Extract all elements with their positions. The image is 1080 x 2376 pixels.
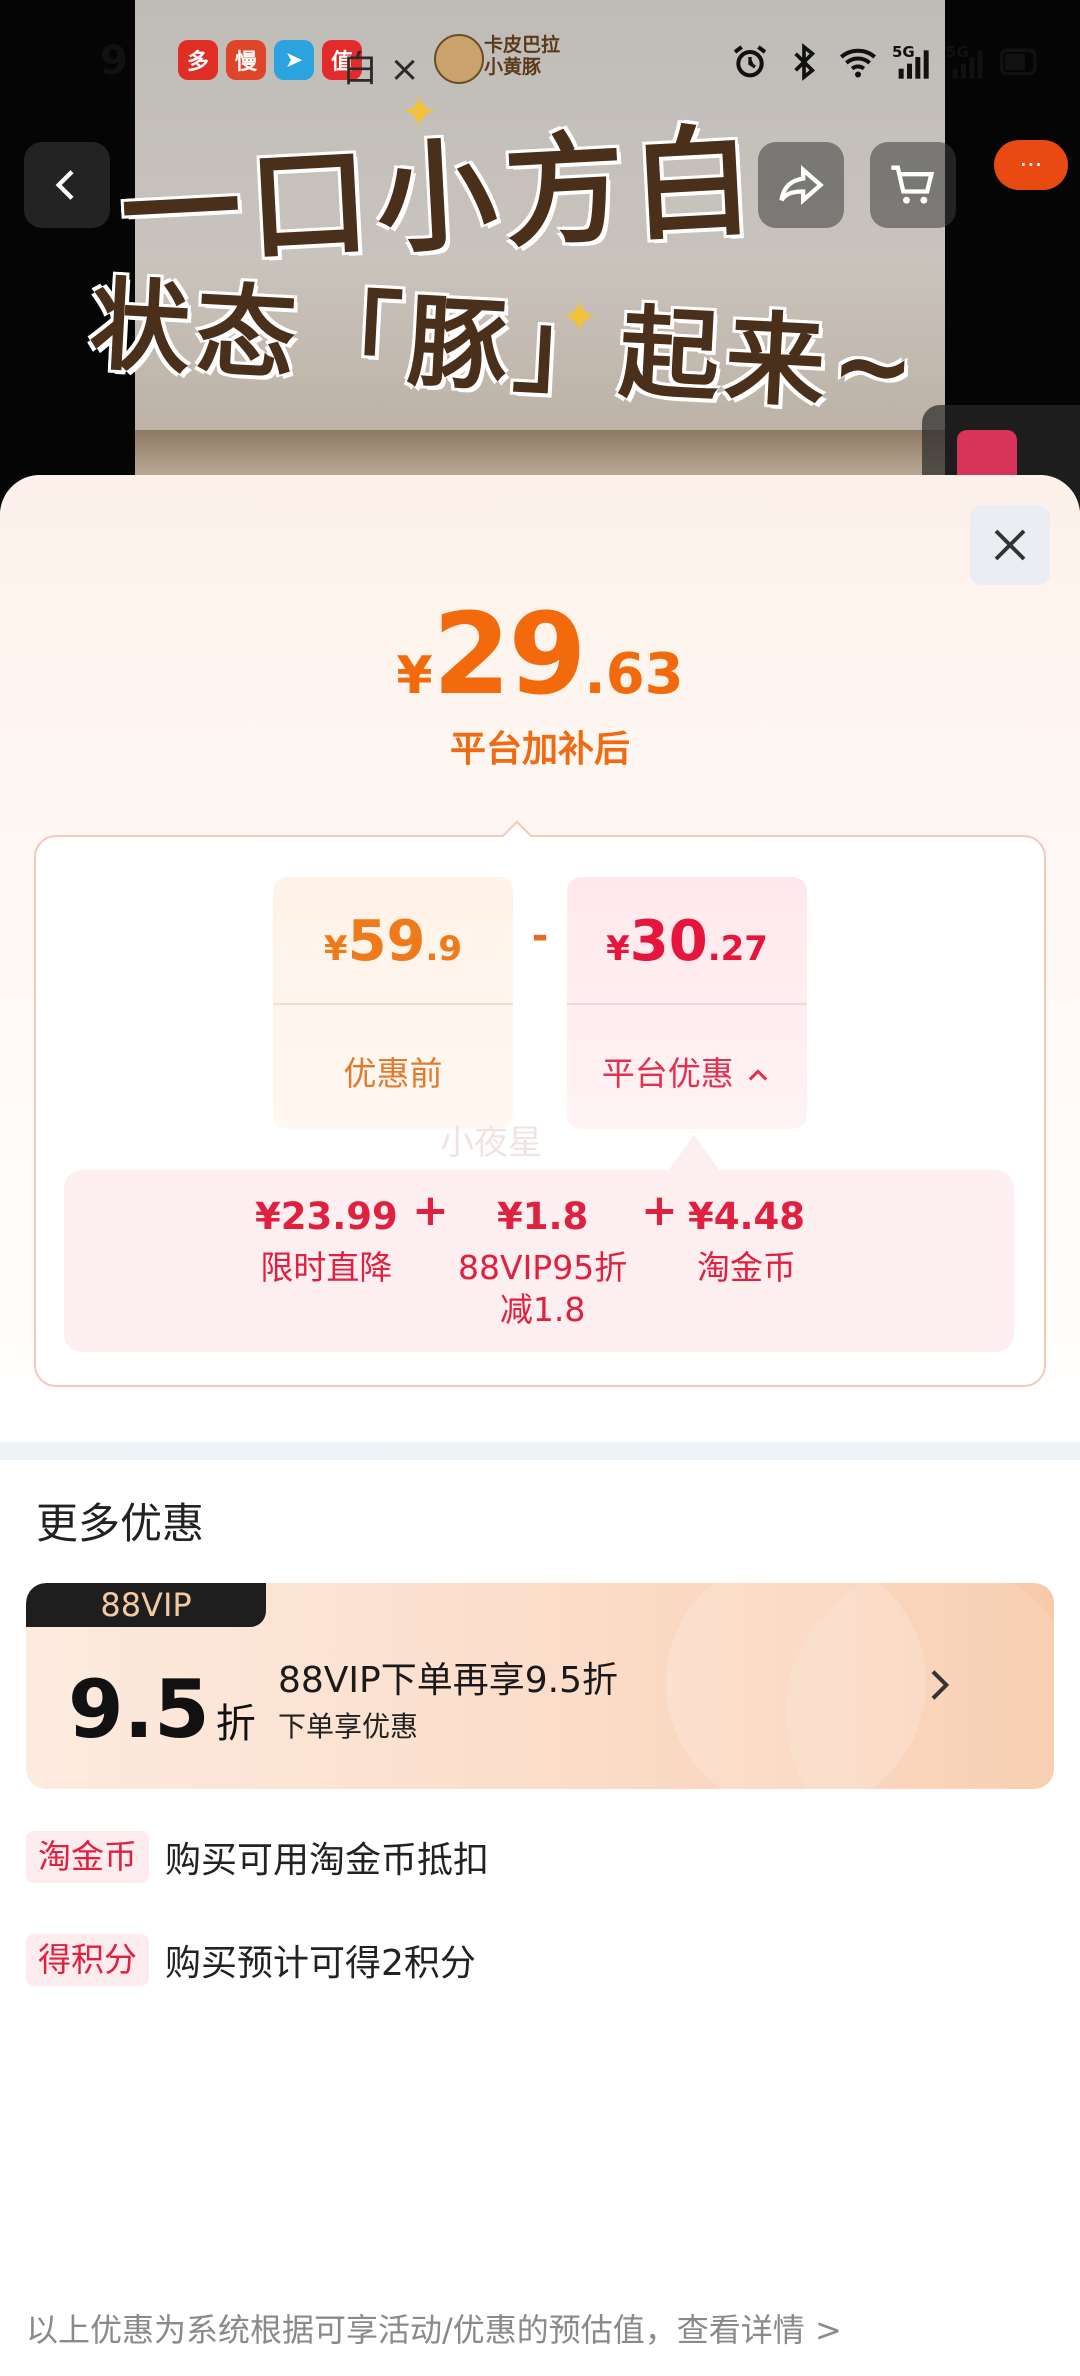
benefit-tag: 淘金币 bbox=[26, 1831, 149, 1883]
final-price-decimal: .63 bbox=[584, 642, 684, 707]
final-price-integer: 29 bbox=[432, 590, 587, 720]
brand-logo-icon bbox=[434, 34, 484, 84]
discount-decimal: .27 bbox=[707, 929, 768, 969]
share-icon bbox=[779, 165, 824, 205]
vip-discount-unit: 折 bbox=[215, 1701, 256, 1747]
back-button[interactable] bbox=[24, 142, 110, 228]
system-status-icons: 5G 5G bbox=[730, 42, 1040, 82]
status-notification-text: 白 × bbox=[342, 49, 420, 90]
original-price-label: 优惠前 bbox=[343, 1054, 443, 1093]
share-button[interactable] bbox=[758, 142, 844, 228]
battery-icon bbox=[1000, 48, 1037, 76]
app-icon: 慢 bbox=[226, 40, 266, 80]
plus-sign: + bbox=[641, 1185, 678, 1236]
card-divider bbox=[273, 1003, 513, 1005]
price-detail-sheet: ¥29.63 平台加补后 ¥59.9 优惠前 - ¥30.27 平台优惠 小夜星… bbox=[0, 475, 1080, 2376]
discount-item-88vip: ¥1.8 88VIP95折 减1.8 bbox=[458, 1195, 627, 1331]
vip-badge: 88VIP bbox=[26, 1583, 266, 1627]
more-discounts-title: 更多优惠 bbox=[36, 1499, 205, 1548]
chevron-left-icon bbox=[55, 170, 74, 200]
original-price-card: ¥59.9 优惠前 bbox=[273, 877, 513, 1129]
pinduoduo-icon: 多 bbox=[178, 40, 218, 80]
plus-sign: + bbox=[412, 1185, 449, 1236]
svg-text:5G: 5G bbox=[892, 43, 915, 61]
benefit-row-points: 得积分 购买预计可得2积分 bbox=[26, 1934, 476, 1986]
close-button[interactable] bbox=[970, 505, 1050, 585]
original-price-integer: 59 bbox=[347, 909, 426, 974]
bluetooth-icon bbox=[794, 43, 816, 81]
discount-amount: ¥30.27 bbox=[567, 909, 807, 974]
benefit-text: 购买可用淘金币抵扣 bbox=[165, 1840, 490, 1881]
vip-offer-title: 88VIP下单再享9.5折 bbox=[278, 1660, 619, 1701]
discount-item-amount: ¥23.99 bbox=[255, 1195, 398, 1238]
star-icon: ✦ bbox=[560, 290, 599, 344]
alarm-icon bbox=[733, 45, 767, 78]
more-menu-button[interactable]: ··· bbox=[994, 140, 1068, 190]
vip-discount: 9.5 折 bbox=[68, 1663, 256, 1756]
discount-currency: ¥ bbox=[606, 929, 630, 969]
original-price: ¥59.9 bbox=[273, 909, 513, 974]
final-price: ¥29.63 bbox=[0, 590, 1080, 720]
cart-button[interactable] bbox=[870, 142, 956, 228]
product-image-area: 一口小方白 状态「豚」起来~ ✦ ✦ 9 多 慢 ➤ 值 白 × 卡皮巴拉 小黄… bbox=[0, 0, 1080, 520]
discount-item-label: 限时直降 bbox=[260, 1248, 393, 1287]
discount-item-amount: ¥1.8 bbox=[496, 1195, 589, 1238]
chevron-right-icon bbox=[931, 1670, 950, 1700]
discount-item-label: 88VIP95折 bbox=[458, 1248, 628, 1287]
benefit-tag: 得积分 bbox=[26, 1934, 149, 1986]
telegram-icon: ➤ bbox=[274, 40, 314, 80]
close-icon bbox=[994, 529, 1026, 561]
signal-5g-icon: 5G bbox=[892, 43, 929, 79]
original-price-decimal: .9 bbox=[425, 929, 463, 969]
status-time: 9 bbox=[100, 38, 128, 84]
chevron-up-icon bbox=[749, 1068, 768, 1081]
brand-logo-text: 卡皮巴拉 小黄豚 bbox=[484, 34, 560, 78]
discount-item-label: 淘金币 bbox=[697, 1248, 797, 1287]
minus-sign: - bbox=[531, 913, 549, 959]
discount-item-limited-time: ¥23.99 限时直降 bbox=[255, 1195, 398, 1289]
discount-item-label-line2: 减1.8 bbox=[499, 1290, 586, 1329]
vip-discount-number: 9.5 bbox=[68, 1663, 210, 1756]
section-divider bbox=[0, 1442, 1080, 1460]
discount-item-amount: ¥4.48 bbox=[688, 1195, 806, 1238]
footer-details-link[interactable]: 以上优惠为系统根据可享活动/优惠的预估值，查看详情 > bbox=[26, 2305, 842, 2351]
platform-discount-card[interactable]: ¥30.27 平台优惠 bbox=[567, 877, 807, 1129]
discount-label: 平台优惠 bbox=[601, 1054, 734, 1093]
cart-icon bbox=[891, 165, 935, 204]
card-divider bbox=[567, 1003, 807, 1005]
brand-logo-line1: 卡皮巴拉 bbox=[484, 34, 561, 56]
watermark: 小夜星 bbox=[440, 1123, 542, 1163]
final-price-label: 平台加补后 bbox=[449, 729, 630, 770]
vip-offer-subtitle: 下单享优惠 bbox=[278, 1710, 419, 1743]
wifi-icon bbox=[839, 48, 877, 78]
benefit-row-taojinbi: 淘金币 购买可用淘金币抵扣 bbox=[26, 1831, 489, 1883]
original-price-currency: ¥ bbox=[323, 929, 348, 969]
benefit-text: 购买预计可得2积分 bbox=[165, 1943, 476, 1984]
signal-5g-icon: 5G bbox=[946, 43, 983, 79]
vip-offer-card[interactable]: 88VIP 9.5 折 88VIP下单再享9.5折 下单享优惠 bbox=[26, 1583, 1054, 1789]
status-bar: 9 多 慢 ➤ 值 白 × 卡皮巴拉 小黄豚 5G 5G bbox=[0, 20, 1080, 110]
svg-text:5G: 5G bbox=[946, 43, 969, 61]
discount-integer: 30 bbox=[629, 909, 708, 974]
discount-label-row: 平台优惠 bbox=[567, 1047, 807, 1095]
final-price-currency: ¥ bbox=[396, 646, 433, 706]
notification-icons: 多 慢 ➤ 值 bbox=[178, 40, 362, 80]
detail-notch bbox=[668, 1135, 720, 1171]
discount-item-taojinbi: ¥4.48 淘金币 bbox=[688, 1195, 805, 1289]
brand-logo-line2: 小黄豚 bbox=[484, 56, 542, 78]
